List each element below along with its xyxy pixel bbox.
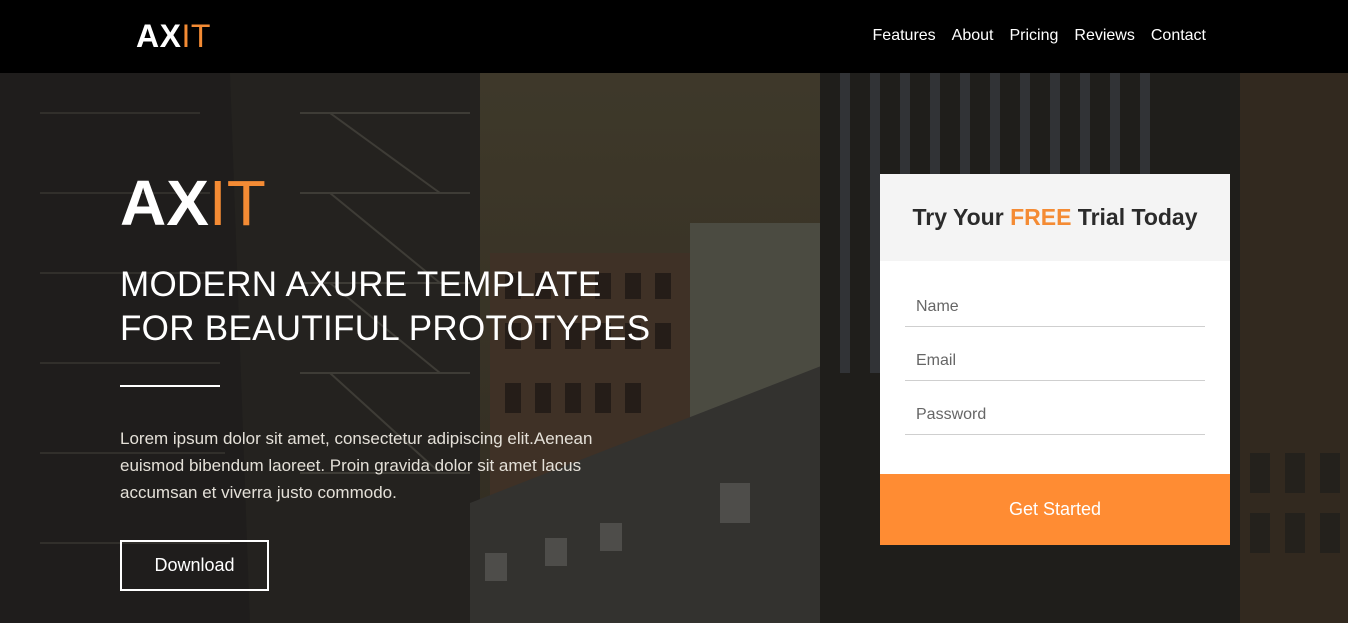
headline-line-1: MODERN AXURE TEMPLATE	[120, 265, 602, 304]
email-input[interactable]	[905, 341, 1205, 381]
hero-section: AXIT MODERN AXURE TEMPLATE FOR BEAUTIFUL…	[0, 73, 1348, 623]
top-navbar: AXIT Features About Pricing Reviews Cont…	[0, 0, 1348, 73]
headline-line-2: FOR BEAUTIFUL PROTOTYPES	[120, 309, 651, 348]
form-title-suffix: Trial Today	[1071, 204, 1198, 230]
download-button[interactable]: Download	[120, 540, 269, 591]
hero-logo-accent: IT	[208, 167, 266, 239]
name-input[interactable]	[905, 287, 1205, 327]
form-title: Try Your FREE Trial Today	[912, 204, 1197, 231]
hero-divider	[120, 385, 220, 387]
form-title-highlight: FREE	[1010, 204, 1072, 230]
logo-main-text: AX	[136, 18, 182, 54]
hero-logo-main: AX	[120, 167, 209, 239]
form-title-prefix: Try Your	[912, 204, 1011, 230]
nav-link-about[interactable]: About	[952, 25, 994, 47]
nav-link-reviews[interactable]: Reviews	[1074, 25, 1134, 47]
trial-signup-form: Try Your FREE Trial Today Get Started	[880, 174, 1230, 545]
password-input[interactable]	[905, 395, 1205, 435]
logo-accent-text: IT	[181, 18, 211, 54]
hero-description: Lorem ipsum dolor sit amet, consectetur …	[120, 429, 593, 502]
hero-headline: MODERN AXURE TEMPLATE FOR BEAUTIFUL PROT…	[120, 263, 680, 351]
nav-link-pricing[interactable]: Pricing	[1009, 25, 1058, 47]
hero-logo: AXIT	[120, 168, 266, 238]
nav-link-contact[interactable]: Contact	[1151, 25, 1206, 47]
form-header: Try Your FREE Trial Today	[880, 174, 1230, 261]
brand-logo[interactable]: AXIT	[136, 17, 211, 55]
get-started-button[interactable]: Get Started	[880, 474, 1230, 545]
main-nav: Features About Pricing Reviews Contact	[873, 25, 1206, 47]
nav-link-features[interactable]: Features	[873, 25, 936, 47]
